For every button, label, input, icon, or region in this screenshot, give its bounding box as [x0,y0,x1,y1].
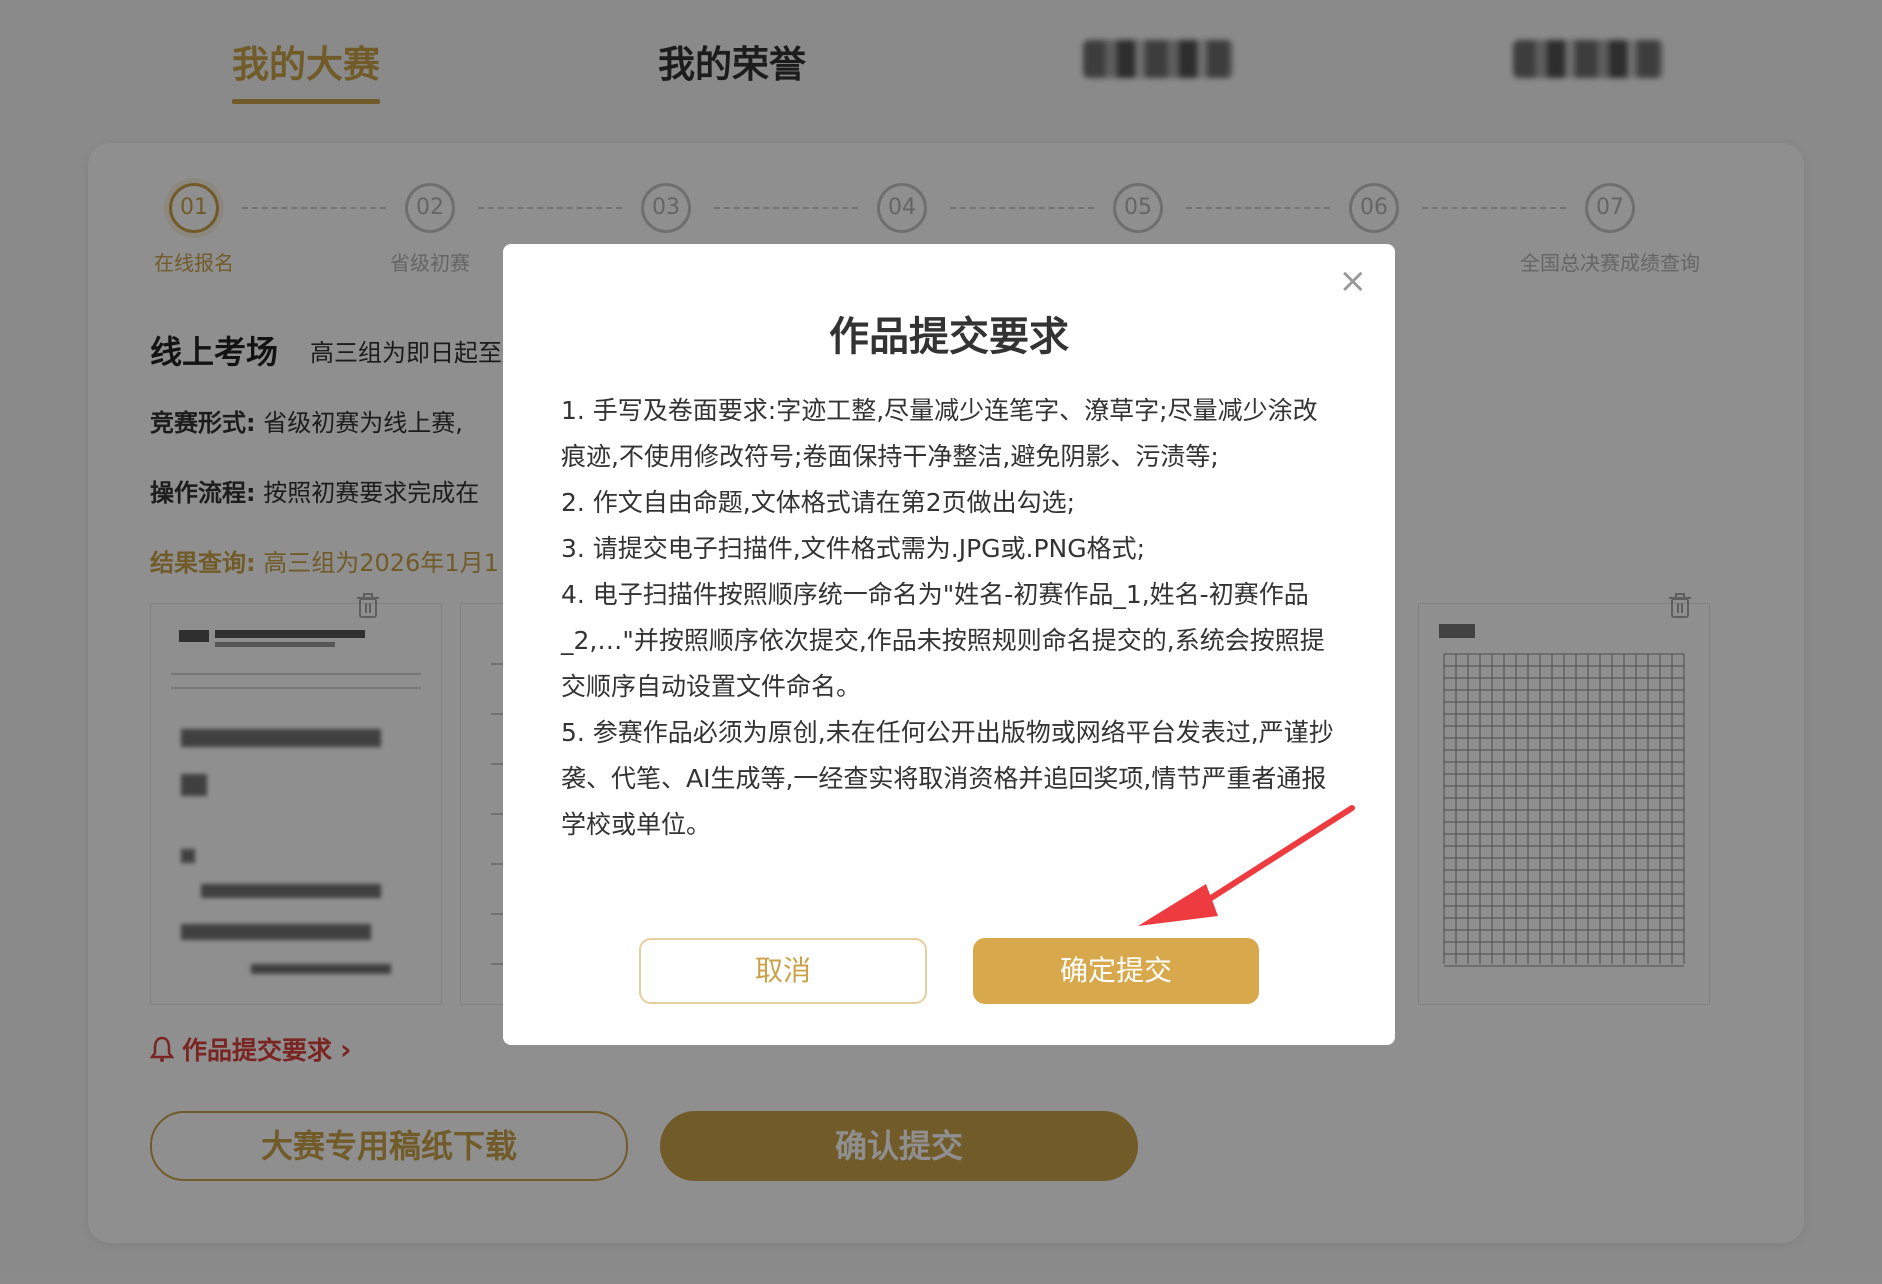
requirement-item: 5. 参赛作品必须为原创,未在任何公开出版物或网络平台发表过,严谨抄袭、代笔、A… [561,718,1334,839]
requirement-item: 4. 电子扫描件按照顺序统一命名为"姓名-初赛作品_1,姓名-初赛作品_2,…"… [561,580,1325,701]
confirm-submit-modal-button[interactable]: 确定提交 [973,938,1259,1004]
close-icon[interactable]: × [1339,264,1368,298]
requirement-item: 3. 请提交电子扫描件,文件格式需为.JPG或.PNG格式; [561,534,1146,563]
submission-requirements-modal: × 作品提交要求 1. 手写及卷面要求:字迹工整,尽量减少连笔字、潦草字;尽量减… [503,244,1395,1045]
cancel-button[interactable]: 取消 [639,938,927,1004]
modal-title: 作品提交要求 [829,314,1069,360]
requirement-item: 2. 作文自由命题,文体格式请在第2页做出勾选; [561,488,1076,517]
requirements-list: 1. 手写及卷面要求:字迹工整,尽量减少连笔字、潦草字;尽量减少涂改痕迹,不使用… [561,388,1341,848]
requirement-item: 1. 手写及卷面要求:字迹工整,尽量减少连笔字、潦草字;尽量减少涂改痕迹,不使用… [561,396,1318,471]
